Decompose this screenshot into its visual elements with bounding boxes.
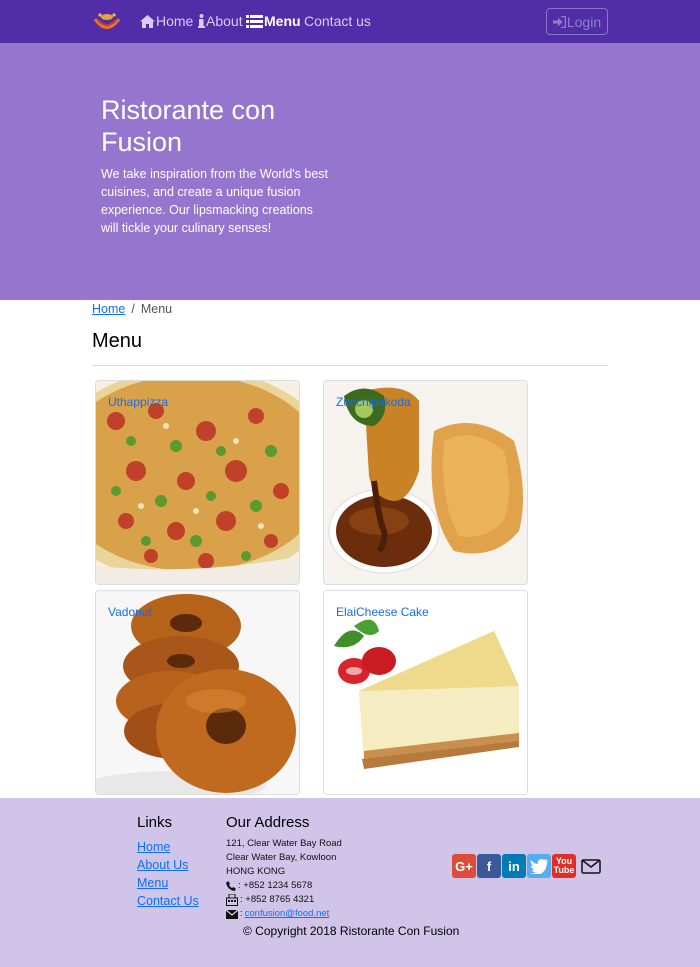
footer-link-about[interactable]: About Us <box>137 858 188 872</box>
address-line: 121, Clear Water Bay Road <box>226 838 342 849</box>
linkedin-icon[interactable]: in <box>502 854 526 878</box>
breadcrumb-home-link[interactable]: Home <box>92 302 125 316</box>
list-icon <box>246 14 263 28</box>
page-title: Menu <box>92 330 143 352</box>
address-line: HONG KONG <box>226 866 286 877</box>
nav-contact-label: Contact us <box>304 13 371 29</box>
hero-text: We take inspiration from the World's bes… <box>101 167 329 235</box>
zucchipakoda-image <box>324 381 527 584</box>
elaicheese-cake-image <box>324 591 527 794</box>
dish-card-vadonut[interactable]: Vadonut <box>95 590 300 795</box>
dish-card-zucchipakoda[interactable]: Zucchipakoda <box>323 380 528 585</box>
nav-menu[interactable]: Menu <box>246 13 301 29</box>
address-title: Our Address <box>226 814 310 831</box>
social-buttons: G+ f in You Tube <box>452 854 605 878</box>
divider <box>92 365 608 366</box>
google-plus-icon[interactable]: G+ <box>452 854 476 878</box>
vadonut-image <box>96 591 299 794</box>
footer-link-menu[interactable]: Menu <box>137 876 168 890</box>
nav-home-label: Home <box>156 13 194 29</box>
dish-card-elaicheese-cake[interactable]: ElaiCheese Cake <box>323 590 528 795</box>
footer-links: Home About Us Menu Contact Us <box>137 838 199 910</box>
links-title: Links <box>137 814 173 831</box>
dish-name[interactable]: Zucchipakoda <box>336 395 411 409</box>
info-icon <box>198 14 205 28</box>
phone-icon <box>226 881 236 891</box>
restaurant-logo[interactable] <box>92 10 122 34</box>
email-link[interactable]: confusion@food.net <box>245 907 330 921</box>
nav-menu-label: Menu <box>264 13 301 29</box>
nav-contact[interactable]: Contact us <box>304 13 371 29</box>
email-prefix: : <box>240 908 243 919</box>
footer-link-home[interactable]: Home <box>137 840 170 854</box>
breadcrumb-separator: / <box>131 302 135 316</box>
uthappizza-image <box>96 381 299 584</box>
breadcrumb: Home / Menu <box>92 302 172 316</box>
fax-number: : +852 8765 4321 <box>240 894 315 905</box>
mail-icon[interactable] <box>577 854 605 878</box>
nav-about-label: About <box>206 13 243 29</box>
dish-name[interactable]: ElaiCheese Cake <box>336 605 429 619</box>
address-line: Clear Water Bay, Kowloon <box>226 852 337 863</box>
dish-card-uthappizza[interactable]: Uthappizza <box>95 380 300 585</box>
login-label: Login <box>566 13 602 30</box>
phone-number: : +852 1234 5678 <box>238 880 313 891</box>
facebook-icon[interactable]: f <box>477 854 501 878</box>
twitter-icon[interactable] <box>527 854 551 878</box>
footer-link-contact[interactable]: Contact Us <box>137 894 199 908</box>
youtube-icon[interactable]: You Tube <box>552 854 576 878</box>
hero-banner: Ristorante con Fusion We take inspiratio… <box>0 43 700 300</box>
copyright: © Copyright 2018 Ristorante Con Fusion <box>243 924 460 938</box>
envelope-icon <box>226 909 238 919</box>
login-button[interactable]: Login <box>546 8 608 35</box>
footer: Links Home About Us Menu Contact Us Our … <box>0 798 700 967</box>
home-icon <box>140 14 155 28</box>
nav-home[interactable]: Home <box>140 13 193 29</box>
hero-title: Ristorante con Fusion <box>101 95 276 157</box>
dish-name[interactable]: Uthappizza <box>108 395 168 409</box>
dish-name[interactable]: Vadonut <box>108 605 152 619</box>
sign-in-icon <box>552 15 566 28</box>
breadcrumb-current: Menu <box>140 302 173 316</box>
navbar: Home About Menu Contact us Login <box>0 0 700 43</box>
address-block: 121, Clear Water Bay Road Clear Water Ba… <box>226 837 342 921</box>
fax-icon <box>226 894 238 906</box>
nav-about[interactable]: About <box>198 13 243 29</box>
